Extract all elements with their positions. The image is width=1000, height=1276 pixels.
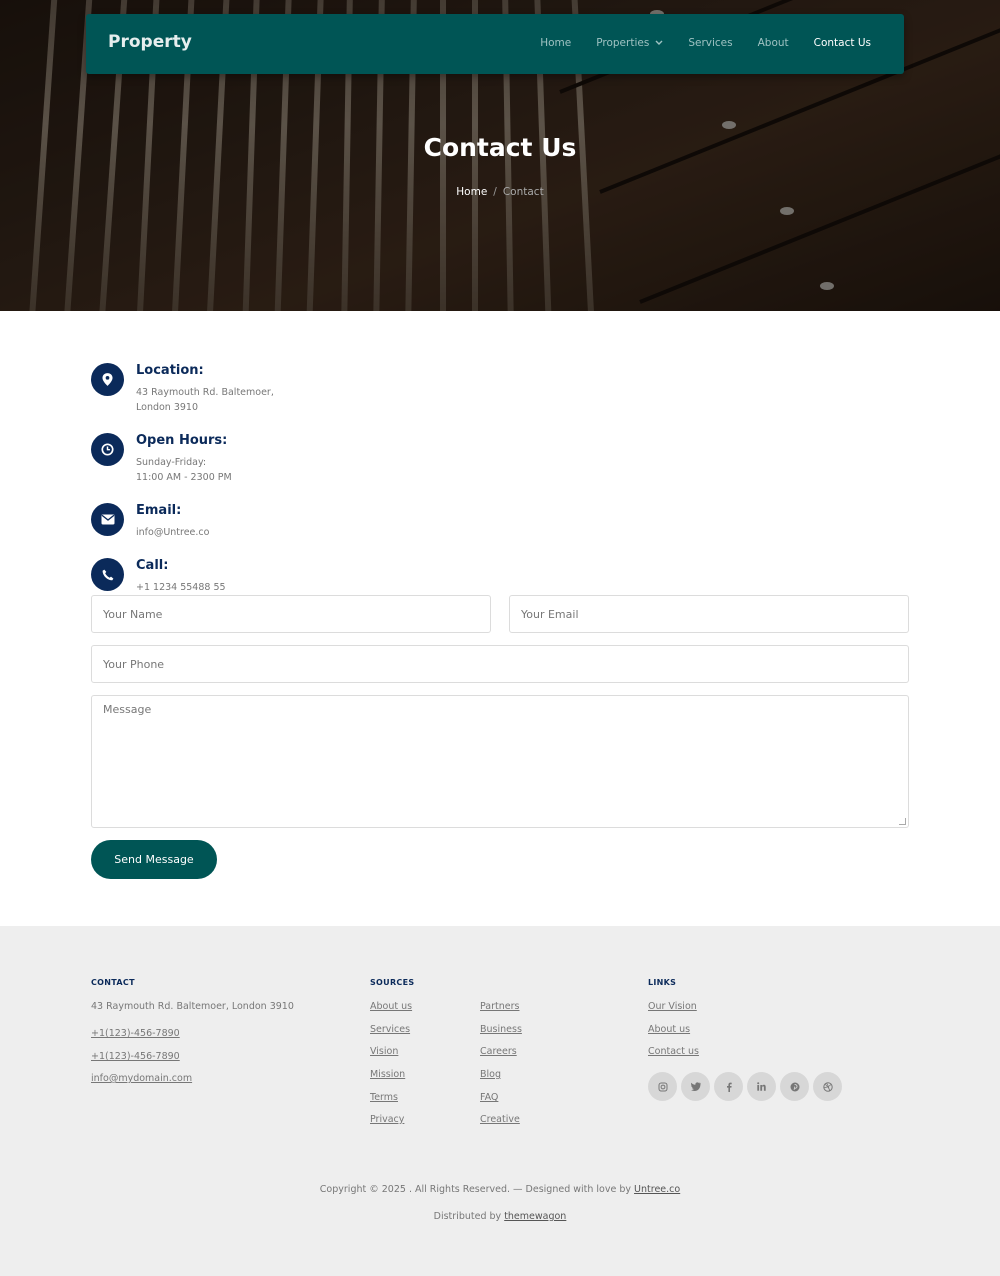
dribbble-icon[interactable] [813, 1072, 842, 1101]
email-placeholder: Your Email [521, 607, 579, 621]
footer-sources-heading: SOURCES [370, 978, 415, 987]
footer-link-partners[interactable]: Partners [480, 1001, 519, 1012]
instagram-icon[interactable] [648, 1072, 677, 1101]
resize-handle[interactable] [899, 818, 906, 825]
name-input[interactable]: Your Name [91, 595, 491, 633]
footer-link-about-us-2[interactable]: About us [648, 1024, 690, 1035]
site-navbar: Property Home Properties Services About … [86, 14, 904, 74]
email-value: info@Untree.co [136, 527, 210, 538]
breadcrumb-separator: / [493, 186, 497, 198]
nav-item-properties[interactable]: Properties [596, 37, 663, 49]
footer-address: 43 Raymouth Rd. Baltemoer, London 3910 [91, 1001, 294, 1012]
clock-icon [91, 433, 124, 466]
hours-line-2: 11:00 AM - 2300 PM [136, 472, 232, 483]
pinterest-icon[interactable] [780, 1072, 809, 1101]
breadcrumb-current: Contact [502, 186, 544, 198]
hours-line-1: Sunday-Friday: [136, 457, 207, 468]
phone-input[interactable]: Your Phone [91, 645, 909, 683]
call-title: Call: [136, 558, 169, 573]
footer-phone-1-link[interactable]: +1(123)-456-7890 [91, 1028, 180, 1039]
name-placeholder: Your Name [103, 607, 163, 621]
distributed-text: Distributed by themewagon [433, 1211, 567, 1222]
message-textarea[interactable]: Message [91, 695, 909, 828]
phone-icon [91, 558, 124, 591]
footer-link-blog[interactable]: Blog [480, 1069, 501, 1080]
email-title: Email: [136, 503, 182, 518]
footer-link-about-us[interactable]: About us [370, 1001, 412, 1012]
envelope-icon [91, 503, 124, 536]
footer-link-creative[interactable]: Creative [480, 1114, 520, 1125]
footer-contact-heading: CONTACT [91, 978, 135, 987]
call-value: +1 1234 55488 55 [136, 582, 226, 593]
map-pin-icon [91, 363, 124, 396]
chevron-down-icon [655, 40, 663, 45]
footer-link-terms[interactable]: Terms [370, 1092, 398, 1103]
footer-link-privacy[interactable]: Privacy [370, 1114, 404, 1125]
email-input[interactable]: Your Email [509, 595, 909, 633]
nav-item-services[interactable]: Services [688, 37, 732, 49]
footer-link-vision[interactable]: Vision [370, 1046, 398, 1057]
nav-menu: Home Properties Services About Contact U… [515, 37, 871, 49]
site-logo[interactable]: Property [108, 32, 192, 52]
location-title: Location: [136, 363, 204, 378]
footer-link-careers[interactable]: Careers [480, 1046, 517, 1057]
phone-placeholder: Your Phone [103, 657, 165, 671]
twitter-icon[interactable] [681, 1072, 710, 1101]
location-line-1: 43 Raymouth Rd. Baltemoer, [136, 387, 274, 398]
footer-link-contact-us[interactable]: Contact us [648, 1046, 699, 1057]
footer-link-services[interactable]: Services [370, 1024, 410, 1035]
site-footer [0, 926, 1000, 1276]
copyright-text: Copyright © 2025 . All Rights Reserved. … [319, 1184, 681, 1195]
facebook-icon[interactable] [714, 1072, 743, 1101]
themewagon-link[interactable]: themewagon [504, 1211, 566, 1222]
footer-link-our-vision[interactable]: Our Vision [648, 1001, 697, 1012]
linkedin-icon[interactable] [747, 1072, 776, 1101]
send-message-button[interactable]: Send Message [91, 840, 217, 879]
footer-email-link[interactable]: info@mydomain.com [91, 1073, 192, 1084]
message-placeholder: Message [103, 703, 152, 716]
footer-link-business[interactable]: Business [480, 1024, 522, 1035]
hours-title: Open Hours: [136, 433, 228, 448]
location-line-2: London 3910 [136, 402, 199, 413]
nav-item-home[interactable]: Home [540, 37, 571, 49]
nav-item-about[interactable]: About [758, 37, 789, 49]
footer-links-heading: LINKS [648, 978, 677, 987]
nav-item-contact[interactable]: Contact Us [814, 37, 871, 49]
social-links [648, 1072, 842, 1101]
untree-link[interactable]: Untree.co [634, 1184, 680, 1195]
footer-link-faq[interactable]: FAQ [480, 1092, 498, 1103]
footer-phone-2-link[interactable]: +1(123)-456-7890 [91, 1051, 180, 1062]
page-title: Contact Us [423, 133, 577, 162]
breadcrumb: Home / Contact [0, 186, 1000, 198]
footer-link-mission[interactable]: Mission [370, 1069, 405, 1080]
breadcrumb-home-link[interactable]: Home [456, 186, 487, 198]
